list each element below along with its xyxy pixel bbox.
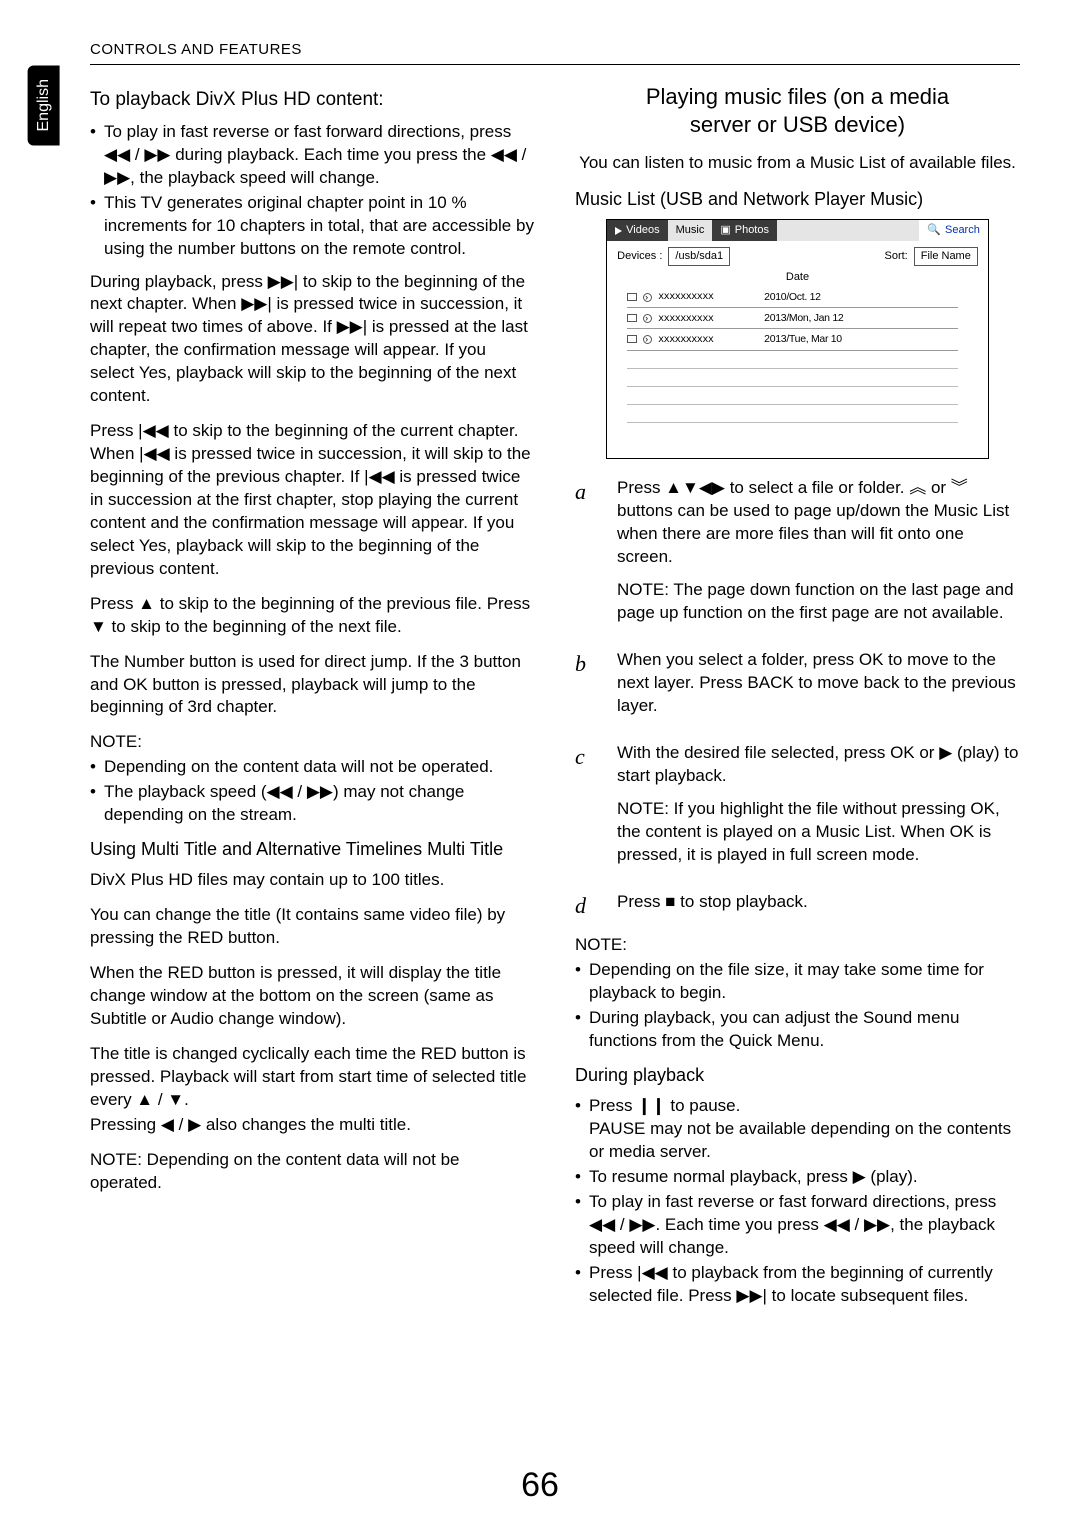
play-icon bbox=[643, 314, 652, 323]
video-icon bbox=[615, 227, 622, 235]
play-icon bbox=[643, 335, 652, 344]
paragraph: The title is changed cyclically each tim… bbox=[90, 1043, 535, 1112]
step-a: a Press ▲▼◀▶ to select a file or folder.… bbox=[575, 477, 1020, 635]
list-item[interactable]: xxxxxxxxxx 2013/Tue, Mar 10 bbox=[627, 329, 958, 350]
list-blank-row bbox=[627, 387, 958, 405]
section-title-line1: Playing music files (on a media bbox=[646, 84, 949, 109]
step-body: Press ■ to stop playback. bbox=[617, 891, 1020, 914]
note-label: NOTE: bbox=[575, 934, 1020, 957]
left-column: To playback DivX Plus HD content: To pla… bbox=[90, 83, 535, 1317]
during-playback-list: Press ❙❙ to pause. PAUSE may not be avai… bbox=[575, 1095, 1020, 1307]
right-column: Playing music files (on a media server o… bbox=[575, 83, 1020, 1317]
section-title: Playing music files (on a media server o… bbox=[575, 83, 1020, 138]
step-note: NOTE: If you highlight the file without … bbox=[617, 798, 1020, 867]
section-title-line2: server or USB device) bbox=[690, 112, 905, 137]
bullet: To play in fast reverse or fast forward … bbox=[575, 1191, 1020, 1260]
step-letter: c bbox=[575, 742, 597, 877]
bullet: This TV generates original chapter point… bbox=[90, 192, 535, 261]
note-label: NOTE: bbox=[90, 731, 535, 754]
running-header: CONTROLS AND FEATURES bbox=[90, 40, 1020, 60]
media-tabs: Videos Music ▣ Photos 🔍 Search bbox=[607, 220, 988, 241]
paragraph: NOTE: Depending on the content data will… bbox=[90, 1149, 535, 1195]
step-d: d Press ■ to stop playback. bbox=[575, 891, 1020, 921]
step-note: NOTE: The page down function on the last… bbox=[617, 579, 1020, 625]
tab-label: Search bbox=[945, 223, 980, 238]
list-item[interactable]: xxxxxxxxxx 2010/Oct. 12 bbox=[627, 287, 958, 308]
bullets-playback: To play in fast reverse or fast forward … bbox=[90, 121, 535, 261]
tab-videos[interactable]: Videos bbox=[607, 220, 667, 241]
folder-icon bbox=[627, 314, 637, 322]
music-list-heading: Music List (USB and Network Player Music… bbox=[575, 187, 1020, 211]
file-date: 2013/Mon, Jan 12 bbox=[764, 311, 958, 325]
devices-label: Devices : bbox=[617, 249, 662, 264]
bullets-note-right: Depending on the file size, it may take … bbox=[575, 959, 1020, 1053]
paragraph: DivX Plus HD files may contain up to 100… bbox=[90, 869, 535, 892]
date-column-label: Date bbox=[607, 268, 988, 285]
step-letter: b bbox=[575, 649, 597, 728]
bullet: Press ❙❙ to pause. PAUSE may not be avai… bbox=[575, 1095, 1020, 1164]
list-item[interactable]: xxxxxxxxxx 2013/Mon, Jan 12 bbox=[627, 308, 958, 329]
tab-label: Videos bbox=[626, 223, 659, 238]
step-list: a Press ▲▼◀▶ to select a file or folder.… bbox=[575, 477, 1020, 920]
language-tab: English bbox=[28, 65, 60, 145]
file-name: xxxxxxxxxx bbox=[658, 333, 758, 347]
list-blank-row bbox=[627, 369, 958, 387]
devices-value[interactable]: /usb/sda1 bbox=[668, 247, 730, 266]
bullet: Depending on the content data will not b… bbox=[90, 756, 535, 779]
list-blank-row bbox=[627, 351, 958, 369]
list-blank-row bbox=[627, 423, 958, 441]
folder-icon bbox=[627, 293, 637, 301]
step-body: With the desired file selected, press OK… bbox=[617, 742, 1020, 788]
list-blank-row bbox=[627, 405, 958, 423]
header-rule bbox=[90, 64, 1020, 65]
step-letter: a bbox=[575, 477, 597, 635]
device-sort-row: Devices : /usb/sda1 Sort: File Name bbox=[607, 241, 988, 268]
paragraph: You can change the title (It contains sa… bbox=[90, 904, 535, 950]
paragraph: When the RED button is pressed, it will … bbox=[90, 962, 535, 1031]
tab-photos[interactable]: ▣ Photos bbox=[712, 220, 777, 241]
play-icon bbox=[643, 293, 652, 302]
bullet: The playback speed (◀◀ / ▶▶) may not cha… bbox=[90, 781, 535, 827]
step-body: Press ▲▼◀▶ to select a file or folder. ︽… bbox=[617, 477, 1020, 569]
bullet: Press |◀◀ to playback from the beginning… bbox=[575, 1262, 1020, 1308]
file-date: 2013/Tue, Mar 10 bbox=[764, 332, 958, 346]
tab-search[interactable]: 🔍 Search bbox=[919, 220, 988, 241]
search-icon: 🔍 bbox=[927, 223, 941, 238]
paragraph: The Number button is used for direct jum… bbox=[90, 651, 535, 720]
bullet: Depending on the file size, it may take … bbox=[575, 959, 1020, 1005]
tab-music[interactable]: Music bbox=[668, 220, 713, 241]
paragraph: During playback, press ▶▶| to skip to th… bbox=[90, 271, 535, 409]
sort-label: Sort: bbox=[884, 249, 907, 264]
during-playback-heading: During playback bbox=[575, 1063, 1020, 1087]
step-letter: d bbox=[575, 891, 597, 921]
subhead-divx: To playback DivX Plus HD content: bbox=[90, 87, 535, 113]
file-name: xxxxxxxxxx bbox=[658, 290, 758, 304]
tab-label: Photos bbox=[735, 223, 769, 238]
bullet: To resume normal playback, press ▶ (play… bbox=[575, 1166, 1020, 1189]
subhead-multititle: Using Multi Title and Alternative Timeli… bbox=[90, 837, 535, 861]
paragraph: Pressing ◀ / ▶ also changes the multi ti… bbox=[90, 1114, 535, 1137]
sort-value[interactable]: File Name bbox=[914, 247, 978, 266]
folder-icon bbox=[627, 335, 637, 343]
paragraph: Press |◀◀ to skip to the beginning of th… bbox=[90, 420, 535, 581]
step-c: c With the desired file selected, press … bbox=[575, 742, 1020, 877]
step-body: When you select a folder, press OK to mo… bbox=[617, 649, 1020, 718]
page-number: 66 bbox=[0, 1463, 1080, 1509]
file-date: 2010/Oct. 12 bbox=[764, 290, 958, 304]
music-list-box: Videos Music ▣ Photos 🔍 Search Devices : /… bbox=[606, 219, 989, 459]
photo-icon: ▣ bbox=[720, 223, 730, 238]
bullets-note: Depending on the content data will not b… bbox=[90, 756, 535, 827]
bullet: To play in fast reverse or fast forward … bbox=[90, 121, 535, 190]
paragraph: Press ▲ to skip to the beginning of the … bbox=[90, 593, 535, 639]
step-b: b When you select a folder, press OK to … bbox=[575, 649, 1020, 728]
bullet: During playback, you can adjust the Soun… bbox=[575, 1007, 1020, 1053]
file-name: xxxxxxxxxx bbox=[658, 312, 758, 326]
intro-paragraph: You can listen to music from a Music Lis… bbox=[575, 152, 1020, 175]
file-list: xxxxxxxxxx 2010/Oct. 12 xxxxxxxxxx 2013/… bbox=[607, 285, 988, 441]
